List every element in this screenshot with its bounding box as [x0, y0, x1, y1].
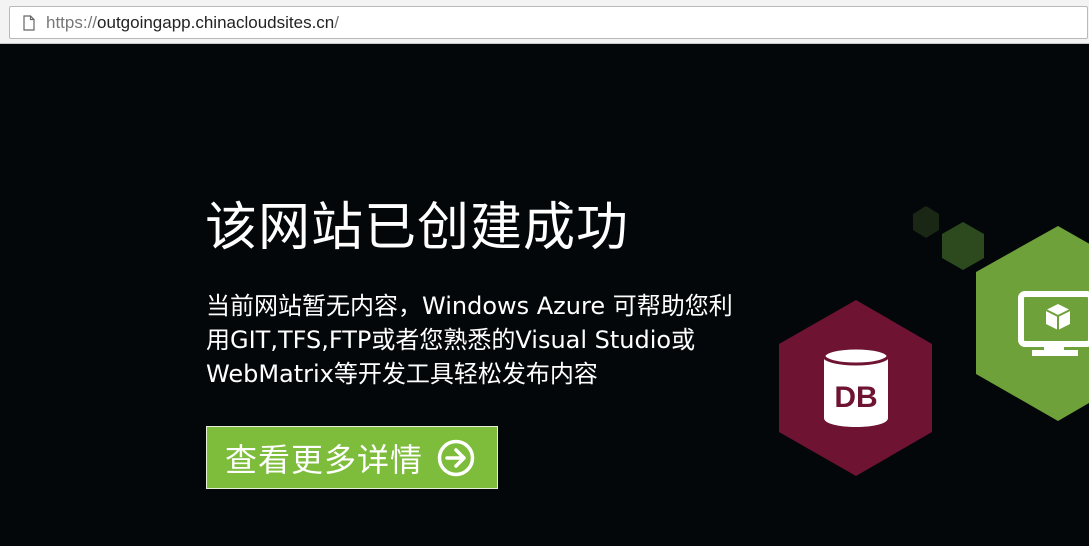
description-line: 用GIT,TFS,FTP或者您熟悉的Visual Studio或 [206, 326, 696, 354]
address-bar[interactable]: https://outgoingapp.chinacloudsites.cn/ [9, 6, 1088, 39]
description-line: 当前网站暂无内容，Windows Azure 可帮助您利 [206, 292, 733, 320]
description-line: WebMatrix等开发工具轻松发布内容 [206, 360, 598, 388]
database-icon: DB [822, 346, 890, 427]
page-content: DB 该网站已创建成功 当前网站暂无内容，Windows Azure 可帮助您利… [0, 44, 1089, 546]
url-host: outgoingapp.chinacloudsites.cn [97, 12, 335, 32]
url-scheme: https:// [46, 12, 98, 32]
arrow-right-circle-icon [437, 439, 475, 477]
monitor-cube-icon [1018, 291, 1089, 356]
hero-description: 当前网站暂无内容，Windows Azure 可帮助您利 用GIT,TFS,FT… [206, 289, 766, 391]
more-details-label: 查看更多详情 [225, 440, 424, 479]
browser-toolbar: https://outgoingapp.chinacloudsites.cn/ [0, 0, 1089, 44]
more-details-button[interactable]: 查看更多详情 [206, 426, 498, 489]
small-hexagon-faint [913, 206, 939, 238]
monitor-hexagon [976, 226, 1089, 421]
url-text[interactable]: https://outgoingapp.chinacloudsites.cn/ [46, 13, 339, 33]
url-path: / [334, 12, 339, 32]
db-hexagon: DB [779, 300, 932, 476]
db-badge-text: DB [834, 381, 877, 414]
small-hexagon-green [942, 222, 984, 270]
document-icon [22, 14, 36, 32]
page-title: 该网站已创建成功 [205, 198, 630, 258]
